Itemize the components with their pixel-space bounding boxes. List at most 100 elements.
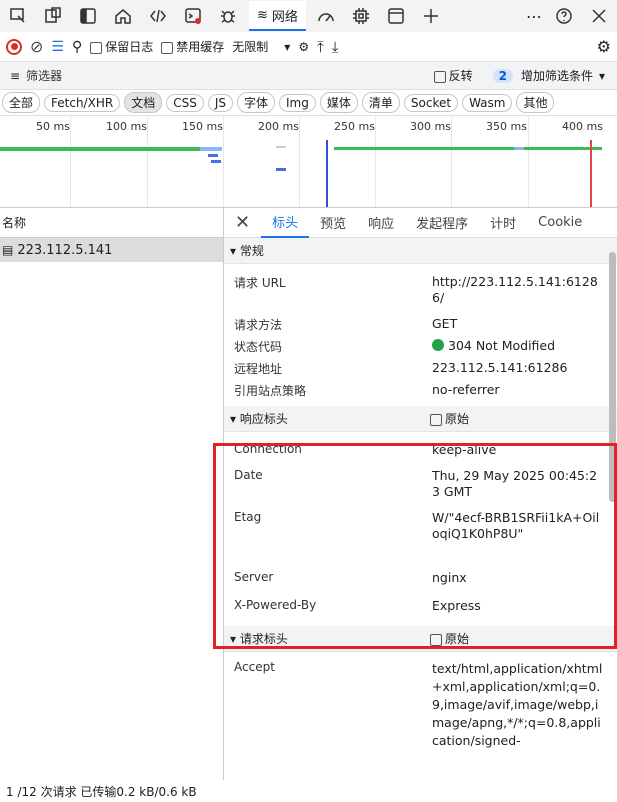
request-row[interactable]: ▤ 223.112.5.141 [0,238,223,262]
type-manifest[interactable]: 清单 [361,92,400,113]
more-filters-dropdown-icon[interactable]: ▾ [599,69,605,83]
preserve-log-checkbox[interactable]: 保留日志 [90,38,153,55]
general-value: http://223.112.5.141:61286/ [432,274,598,305]
filter-bar: ≡ 筛选器 反转 2 增加筛选条件 ▾ [0,62,617,90]
throttle-select[interactable]: 无限制 [232,38,268,55]
elements-icon[interactable] [144,2,172,30]
sidebar-icon[interactable] [74,2,102,30]
performance-icon[interactable] [312,2,340,30]
timeline-tick: 300 ms [410,120,451,133]
tab-headers[interactable]: 标头 [261,208,310,238]
timeline-tick: 350 ms [486,120,527,133]
general-value: 223.112.5.141:61286 [432,360,568,375]
throttle-dropdown-icon[interactable]: ▾ [284,40,290,54]
more-options-icon[interactable]: ⋯ [520,2,548,30]
close-detail-icon[interactable]: ✕ [224,208,261,238]
devtools-tabbar: ≋ 网络 ⋯ [0,0,617,32]
section-general[interactable]: ▾ 常规 [224,238,617,264]
timeline-bar [211,160,221,163]
filter-count-badge: 2 [492,68,513,83]
section-request-headers[interactable]: ▾ 请求标头 原始 [224,626,617,652]
type-wasm[interactable]: Wasm [462,93,513,112]
header-value: W/"4ecf-BRB1SRFii1kA+OiloqiQ1K0hP8U" [432,510,600,541]
tab-preview[interactable]: 预览 [309,208,357,238]
disable-cache-checkbox[interactable]: 禁用缓存 [161,38,224,55]
invert-checkbox[interactable]: 反转 [433,67,473,84]
device-icon[interactable] [39,2,67,30]
section-response-headers[interactable]: ▾ 响应标头 原始 [224,406,617,432]
document-icon: ▤ [2,243,14,257]
network-conditions-icon[interactable]: ⚙ [298,40,309,54]
general-value: GET [432,316,458,331]
header-value: text/html,application/xhtml+xml,applicat… [432,661,603,748]
request-list: 名称 ▤ 223.112.5.141 [0,208,224,790]
tab-network[interactable]: ≋ 网络 [249,1,306,31]
timeline-tick: 50 ms [36,120,70,133]
filter-toggle-icon[interactable]: ☰ [51,39,64,55]
status-value: 304 Not Modified [448,338,556,353]
download-icon[interactable]: ⤓ [332,38,339,56]
column-header-name[interactable]: 名称 [0,208,223,238]
tab-response[interactable]: 响应 [357,208,405,238]
type-other[interactable]: 其他 [516,92,555,113]
clear-icon[interactable]: ⊘ [30,37,43,56]
timeline-bar [276,146,286,148]
wifi-icon: ≋ [257,7,268,23]
detail-tabs: ✕ 标头 预览 响应 发起程序 计时 Cookie [224,208,617,238]
header-key: Accept [234,660,275,674]
help-icon[interactable] [550,2,578,30]
type-document[interactable]: 文档 [124,92,163,113]
tab-network-label: 网络 [271,9,298,25]
inspect-icon[interactable] [4,2,32,30]
home-icon[interactable] [109,2,137,30]
timeline-tick: 400 ms [562,120,603,133]
header-value: Thu, 29 May 2025 00:45:23 GMT [432,468,598,499]
general-key: 状态代码 [234,340,283,354]
timeline-tick: 150 ms [182,120,223,133]
timeline-bar [514,147,524,150]
raw-checkbox[interactable]: 原始 [430,630,469,647]
type-font[interactable]: 字体 [236,92,275,113]
general-key: 请求方法 [234,318,283,332]
filter-input[interactable]: 筛选器 [26,67,434,84]
memory-icon[interactable] [347,2,375,30]
type-filter-bar: 全部 Fetch/XHR 文档 CSS JS 字体 Img 媒体 清单 Sock… [0,90,617,116]
console-icon[interactable] [179,2,207,30]
type-socket[interactable]: Socket [403,93,459,112]
type-css[interactable]: CSS [166,93,204,112]
timeline-tick: 100 ms [106,120,147,133]
general-key: 请求 URL [234,276,286,290]
network-timeline[interactable]: 50 ms 100 ms 150 ms 200 ms 250 ms 300 ms… [0,116,617,208]
timeline-bar [0,147,200,151]
status-bar: 1 /12 次请求 已传输0.2 kB/0.6 kB [0,780,617,802]
type-js[interactable]: JS [207,93,233,112]
header-key: Etag [234,510,262,524]
header-value: Express [432,598,481,613]
detail-scrollbar[interactable] [608,238,617,790]
timeline-bar [276,168,286,171]
settings-icon[interactable]: ⚙ [597,37,611,56]
raw-checkbox[interactable]: 原始 [430,410,469,427]
add-tab-icon[interactable] [417,2,445,30]
type-all[interactable]: 全部 [2,92,41,113]
application-icon[interactable] [382,2,410,30]
upload-icon[interactable]: ⤒ [317,38,324,56]
type-fetch-xhr[interactable]: Fetch/XHR [44,93,121,112]
record-icon[interactable] [6,38,22,55]
timeline-tick: 250 ms [334,120,375,133]
close-devtools-icon[interactable] [585,2,613,30]
more-filters-button[interactable]: 增加筛选条件 [521,67,593,84]
header-value: keep-alive [432,442,497,457]
header-key: Server [234,570,274,584]
sources-icon[interactable] [214,2,242,30]
header-key: X-Powered-By [234,598,317,612]
timeline-bar [334,147,602,150]
header-key: Date [234,468,263,482]
search-icon[interactable]: ⚲ [72,39,82,55]
type-img[interactable]: Img [279,93,316,112]
type-media[interactable]: 媒体 [319,92,358,113]
tab-cookies[interactable]: Cookie [527,208,593,238]
tab-timing[interactable]: 计时 [479,208,527,238]
timeline-bar [200,147,222,151]
tab-initiator[interactable]: 发起程序 [405,208,479,238]
